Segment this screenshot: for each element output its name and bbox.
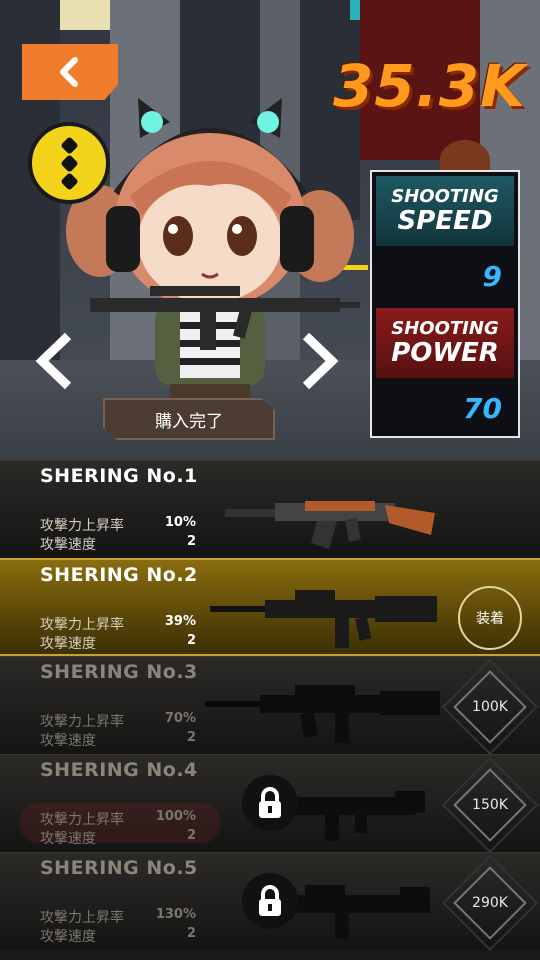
shooting-speed-header: SHOOTING SPEED — [376, 176, 514, 246]
attack-label: 攻撃力上昇率 — [40, 714, 124, 730]
weapon-row-1[interactable]: SHERING No.1 攻撃力上昇率 10% 攻撃速度 2 — [0, 460, 540, 558]
m4-rifle-icon — [210, 590, 437, 648]
speed-label: 攻撃速度 — [40, 537, 96, 553]
shooting-power-header: SHOOTING POWER — [376, 308, 514, 378]
price-button[interactable]: 100K — [441, 658, 539, 756]
back-button[interactable] — [22, 44, 118, 100]
coin-score: 35.3K — [332, 52, 526, 120]
attack-label: 攻撃力上昇率 — [40, 617, 124, 633]
purchase-status-label: 購入完了 — [103, 398, 275, 440]
weapon-row-5[interactable]: SHERING No.5 攻撃力上昇率 130% 攻撃速度 2 290K — [0, 852, 540, 952]
weapon-name: SHERING No.3 — [40, 661, 198, 683]
weapon-list[interactable]: SHERING No.1 攻撃力上昇率 10% 攻撃速度 2 SHERING N… — [0, 460, 540, 960]
speed-value: 2 — [186, 828, 196, 843]
speed-label: 攻撃速度 — [40, 929, 96, 945]
speed-value: 2 — [186, 926, 196, 941]
game-scene: 35.3K SHOOTING SPEED 9 SHOOTING POWER 70… — [0, 0, 540, 460]
attack-value: 39% — [164, 614, 196, 629]
ak-rifle-icon — [225, 501, 435, 549]
speed-value: 2 — [186, 730, 196, 745]
attack-value: 130% — [155, 907, 196, 922]
shooting-speed-value: 9 — [482, 260, 502, 293]
attack-value: 100% — [155, 809, 196, 824]
price-label: 100K — [472, 699, 508, 715]
weapon-row-2[interactable]: SHERING No.2 攻撃力上昇率 39% 攻撃速度 2 装着 — [0, 558, 540, 656]
weapon-name: SHERING No.5 — [40, 857, 198, 879]
chevron-left-icon — [60, 57, 78, 87]
attack-value: 70% — [164, 711, 196, 726]
previous-character-arrow-icon[interactable] — [32, 330, 76, 392]
speed-label: 攻撃速度 — [40, 636, 96, 652]
stats-panel: SHOOTING SPEED 9 SHOOTING POWER 70 — [370, 170, 520, 438]
assault-rifle-icon — [205, 685, 440, 743]
vertical-dots-icon — [59, 135, 79, 155]
lock-icon — [242, 775, 298, 831]
price-label: 150K — [472, 797, 508, 813]
weapon-row-3[interactable]: SHERING No.3 攻撃力上昇率 70% 攻撃速度 2 100K — [0, 656, 540, 756]
speed-value: 2 — [186, 633, 196, 648]
weapon-name: SHERING No.1 — [40, 465, 198, 487]
attack-value: 10% — [164, 515, 196, 530]
rifle-icon — [265, 885, 430, 939]
weapon-row-4[interactable]: SHERING No.4 攻撃力上昇率 100% 攻撃速度 2 150K — [0, 754, 540, 854]
price-button[interactable]: 150K — [441, 756, 539, 854]
next-character-arrow-icon[interactable] — [298, 330, 342, 392]
speed-value: 2 — [186, 534, 196, 549]
weapon-name: SHERING No.4 — [40, 759, 198, 781]
menu-button[interactable] — [28, 122, 110, 204]
attack-label: 攻撃力上昇率 — [40, 518, 124, 534]
speed-label: 攻撃速度 — [40, 831, 96, 847]
smg-icon — [245, 791, 425, 841]
attack-label: 攻撃力上昇率 — [40, 812, 124, 828]
weapon-name: SHERING No.2 — [40, 564, 198, 586]
attack-label: 攻撃力上昇率 — [40, 910, 124, 926]
equip-button[interactable]: 装着 — [458, 586, 522, 650]
speed-label: 攻撃速度 — [40, 733, 96, 749]
price-label: 290K — [472, 895, 508, 911]
lock-icon — [242, 873, 298, 929]
shooting-power-value: 70 — [463, 392, 502, 425]
price-button[interactable]: 290K — [441, 854, 539, 952]
